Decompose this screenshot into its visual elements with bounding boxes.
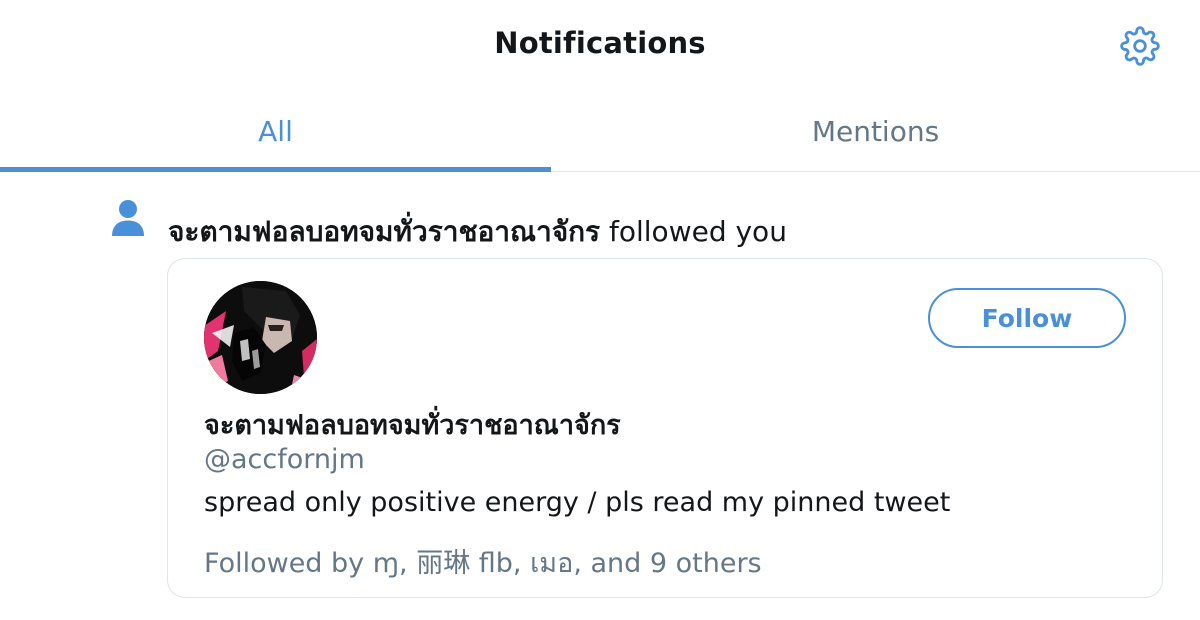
notification-text: จะตามฟอลบอทจมทั่วราชอาณาจักร followed yo… xyxy=(168,210,787,254)
settings-button[interactable] xyxy=(1118,24,1162,68)
followed-by-text: Followed by ɱ, 丽琳 flb, เมอ, and 9 others xyxy=(204,548,762,579)
user-handle: @accfornjm xyxy=(204,444,365,475)
user-card[interactable]: Follow จะตามฟอลบอทจมทั่วราชอาณาจักร @acc… xyxy=(167,258,1163,598)
tab-bar: All Mentions xyxy=(0,92,1200,172)
notification-action-text: followed you xyxy=(600,215,787,248)
tab-mentions[interactable]: Mentions xyxy=(551,92,1200,171)
person-icon xyxy=(112,200,144,236)
avatar[interactable] xyxy=(204,281,317,394)
notifications-screen: Notifications All Mentions จะตามฟอลบอทจม… xyxy=(0,0,1200,620)
follow-button[interactable]: Follow xyxy=(928,288,1126,348)
avatar-image xyxy=(204,281,317,394)
user-bio: spread only positive energy / pls read m… xyxy=(204,487,951,518)
notification-actor-name[interactable]: จะตามฟอลบอทจมทั่วราชอาณาจักร xyxy=(168,215,600,248)
header: Notifications xyxy=(0,0,1200,92)
gear-icon xyxy=(1120,26,1160,66)
page-title: Notifications xyxy=(494,26,706,60)
tab-all[interactable]: All xyxy=(0,92,551,172)
display-name[interactable]: จะตามฟอลบอทจมทั่วราชอาณาจักร xyxy=(204,403,621,446)
follow-notification[interactable]: จะตามฟอลบอทจมทั่วราชอาณาจักร followed yo… xyxy=(0,172,1200,620)
